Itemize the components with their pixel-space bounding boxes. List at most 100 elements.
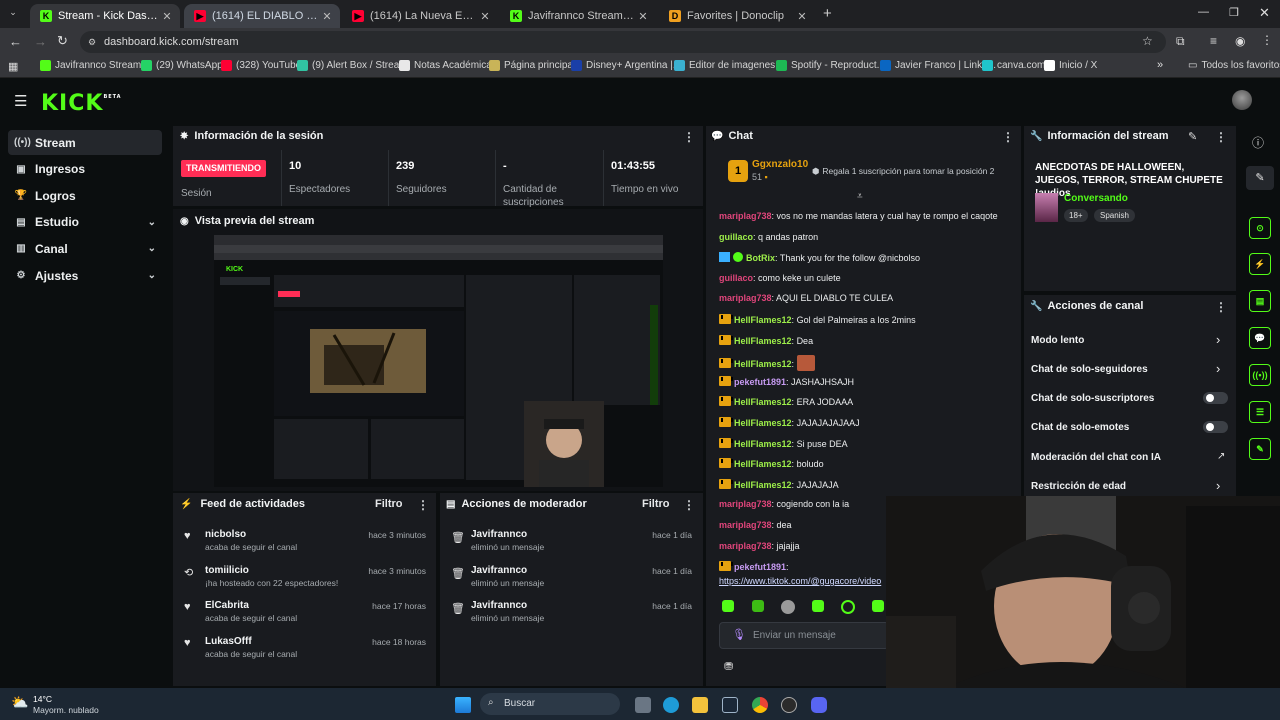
channel-action-4[interactable]: Chat de solo-emotes <box>1031 422 1129 433</box>
chat-message[interactable]: HellFlames12: Dea <box>719 334 1004 346</box>
channel-action-2[interactable]: Chat de solo-seguidores <box>1031 364 1148 375</box>
bookmark-item[interactable]: (328) YouTube <box>221 60 301 71</box>
chat-message[interactable]: HellFlames12: boludo <box>719 458 1004 469</box>
chrome-icon[interactable] <box>752 697 768 713</box>
action-toggle[interactable] <box>1203 421 1228 433</box>
chat-menu-icon[interactable]: ⋮ <box>1002 130 1014 144</box>
browser-tab[interactable]: D Favorites | Donoclip ✕ <box>659 4 815 28</box>
chat-username[interactable]: mariplag738 <box>719 293 772 303</box>
bookmark-item[interactable]: Inicio / X <box>1044 60 1097 71</box>
rail-tool-icon[interactable]: ✎ <box>1249 438 1271 460</box>
browser-tab[interactable]: K Stream - Kick Dashboard✕ <box>30 4 180 28</box>
emote-ring-icon[interactable] <box>841 600 855 614</box>
emote-kick-icon[interactable] <box>722 600 734 612</box>
sidebar-item-ajustes[interactable]: ⚙ Ajustes ⌄ <box>8 263 162 288</box>
channel-action-1[interactable]: Modo lento <box>1031 335 1084 346</box>
mic-icon[interactable]: 🎙 <box>732 628 746 641</box>
chat-message[interactable]: HellFlames12: JAJAJAJA <box>719 478 1004 490</box>
bookmark-item[interactable]: Editor de imagenes... <box>674 60 784 71</box>
feed-menu-icon[interactable]: ⋮ <box>417 498 429 512</box>
bookmark-item[interactable]: Página principal <box>489 60 575 71</box>
chat-username[interactable]: HellFlames12 <box>734 418 792 428</box>
all-bookmarks-folder[interactable]: ▭ Todos los favoritos <box>1188 60 1280 71</box>
emote-blob-icon[interactable] <box>812 600 824 612</box>
chat-username[interactable]: BotRix <box>746 253 775 263</box>
browser-tab[interactable]: ▶ (1614) La Nueva Escuela - El Di✕ <box>342 4 498 28</box>
sidebar-item-canal[interactable]: ▥ Canal ⌄ <box>8 236 162 261</box>
sidebar-item-ingresos[interactable]: ▣ Ingresos <box>8 157 162 182</box>
edit-pencil-icon[interactable]: ✎ <box>1188 130 1197 143</box>
tab-close-icon[interactable]: ✕ <box>320 10 334 23</box>
reload-icon[interactable]: ↻ <box>57 33 68 49</box>
rail-list-icon[interactable]: ☰ <box>1249 401 1271 423</box>
chat-message[interactable]: HellFlames12: JAJAJAJAJAAJ <box>719 417 1004 428</box>
chat-username[interactable]: mariplag738 <box>719 541 772 551</box>
emote-smile-icon[interactable] <box>872 600 884 612</box>
back-icon[interactable]: ← <box>9 34 22 49</box>
browser-menu-icon[interactable]: ⋮ <box>1261 33 1273 47</box>
mod-menu-icon[interactable]: ⋮ <box>683 498 695 512</box>
emote-green-icon[interactable] <box>752 600 764 612</box>
rail-broadcast-icon[interactable]: ((•)) <box>1249 364 1271 386</box>
feed-filter-button[interactable]: Filtro <box>375 498 403 510</box>
bookmark-item[interactable]: (29) WhatsApp <box>141 60 223 71</box>
tab-close-icon[interactable]: ✕ <box>478 10 492 23</box>
chat-message[interactable]: mariplag738: vos no me mandas latera y c… <box>719 211 1004 221</box>
chat-message[interactable]: guillaco: como keke un culete <box>719 273 1004 283</box>
stream-preview-video[interactable]: KICK <box>214 235 663 487</box>
action-toggle[interactable] <box>1203 392 1228 404</box>
minimize-icon[interactable]: — <box>1198 6 1209 18</box>
sidebar-item-stream[interactable]: ((•)) Stream <box>8 130 162 155</box>
pinned-username[interactable]: Ggxnzalo10 <box>752 159 808 170</box>
edge-icon[interactable] <box>663 697 679 713</box>
mod-username[interactable]: Javifrannco <box>471 529 527 540</box>
channel-action-5[interactable]: Moderación del chat con IA <box>1031 452 1161 463</box>
tab-close-icon[interactable]: ✕ <box>160 10 174 23</box>
discord-icon[interactable] <box>811 697 827 713</box>
taskbar-search[interactable]: ⌕ Buscar <box>480 693 620 715</box>
apps-grid-icon[interactable]: ▦ <box>8 60 18 73</box>
category-label[interactable]: Conversando <box>1064 193 1128 204</box>
feed-username[interactable]: LukasOfff <box>205 636 252 647</box>
bookmark-item[interactable]: canva.com <box>982 60 1045 71</box>
extensions-icon[interactable]: ⧉ <box>1176 34 1185 49</box>
bookmark-item[interactable]: Javier Franco | Linke... <box>880 60 996 71</box>
chat-username[interactable]: pekefut1891 <box>734 562 786 572</box>
feed-username[interactable]: tomiilicio <box>205 565 249 576</box>
obs-icon[interactable] <box>781 697 797 713</box>
chat-message[interactable]: pekefut1891: JASHAJHSAJH <box>719 375 1004 387</box>
bookmark-star-icon[interactable]: ☆ <box>1142 34 1153 48</box>
chat-link[interactable]: https://www.tiktok.com/@gugacore/video <box>719 576 887 586</box>
chat-message[interactable]: mariplag738: AQUI EL DIABLO TE CULEA <box>719 293 1004 303</box>
feed-username[interactable]: ElCabrita <box>205 600 249 611</box>
rail-doc-icon[interactable]: ▤ <box>1249 290 1271 312</box>
bookmark-item[interactable]: Spotify - Reproduct... <box>776 60 885 71</box>
chat-message[interactable]: HellFlames12: ERA JODAAA <box>719 396 1004 407</box>
user-avatar[interactable] <box>1232 90 1252 110</box>
chevron-right-icon[interactable]: › <box>1216 332 1220 347</box>
tab-search-chevron-icon[interactable]: ⌄ <box>6 7 20 21</box>
rail-target-icon[interactable]: ⊙ <box>1249 217 1271 239</box>
chat-username[interactable]: HellFlames12 <box>734 359 792 369</box>
gift-sub-prompt[interactable]: ⬢ Regala 1 suscripción para tomar la posi… <box>812 166 994 177</box>
media-icon[interactable]: ≡ <box>1210 34 1217 48</box>
chat-message[interactable]: HellFlames12: <box>719 355 1004 372</box>
chat-message[interactable]: HellFlames12: Si puse DEA <box>719 437 1004 449</box>
chat-username[interactable]: HellFlames12 <box>734 439 792 449</box>
info-menu-icon[interactable]: ⋮ <box>1215 130 1227 144</box>
chat-username[interactable]: HellFlames12 <box>734 480 792 490</box>
rail-bolt-icon[interactable]: ⚡ <box>1249 253 1271 275</box>
chat-input[interactable]: 🎙 Enviar un mensaje <box>719 622 889 649</box>
address-bar[interactable]: ⚙ dashboard.kick.com/stream <box>80 31 1166 53</box>
emote-face-icon[interactable] <box>781 600 795 614</box>
channel-action-3[interactable]: Chat de solo-suscriptores <box>1031 393 1154 404</box>
bookmark-item[interactable]: Disney+ Argentina |... <box>571 60 681 71</box>
chat-username[interactable]: mariplag738 <box>719 520 772 530</box>
chat-message[interactable]: guillaco: q andas patron <box>719 232 1004 242</box>
browser-tab[interactable]: K Javifrannco Stream - Watch Live✕ <box>500 4 656 28</box>
restore-icon[interactable]: ❐ <box>1229 6 1239 19</box>
steam-icon[interactable] <box>722 697 738 713</box>
chat-username[interactable]: HellFlames12 <box>734 397 792 407</box>
feed-username[interactable]: nicbolso <box>205 529 246 540</box>
chat-username[interactable]: HellFlames12 <box>734 315 792 325</box>
